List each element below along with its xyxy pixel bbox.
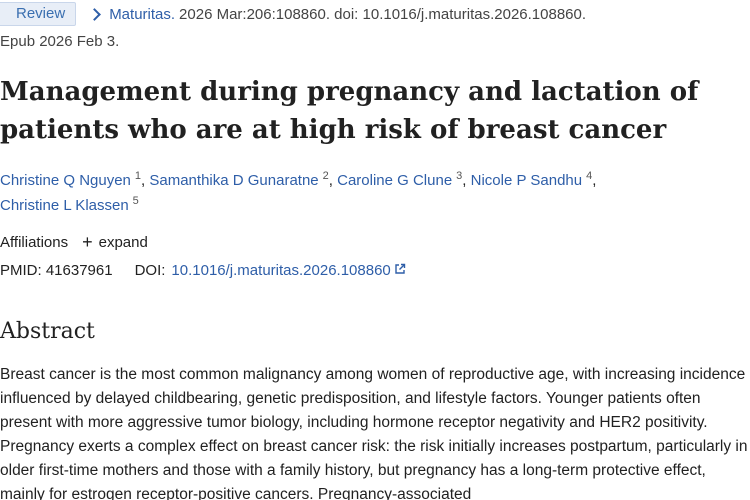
- affiliation-number[interactable]: 4: [586, 170, 592, 182]
- author-link[interactable]: Nicole P Sandhu: [471, 172, 582, 189]
- affiliation-number[interactable]: 5: [133, 195, 139, 207]
- abstract-body: Breast cancer is the most common maligna…: [0, 366, 748, 500]
- affiliation-number[interactable]: 2: [323, 170, 329, 182]
- author-link[interactable]: Christine Q Nguyen: [0, 172, 131, 189]
- expand-label: expand: [98, 233, 148, 251]
- affiliations-label: Affiliations: [0, 233, 69, 251]
- citation-row: Review Maturitas. 2026 Mar:206:108860. d…: [0, 0, 586, 28]
- article-type-badge: Review: [0, 2, 77, 26]
- citation-text: 2026 Mar:206:108860. doi: 10.1016/j.matu…: [179, 5, 587, 23]
- author-link[interactable]: Christine L Klassen: [0, 197, 129, 214]
- article-title: Management during pregnancy and lactatio…: [0, 77, 699, 145]
- abstract-heading: Abstract: [0, 319, 95, 344]
- external-link-icon[interactable]: [394, 262, 406, 279]
- identifiers-row: PMID: 41637961 DOI: 10.1016/j.maturitas.…: [0, 262, 406, 279]
- affiliations-row: Affiliations + expand: [0, 233, 148, 251]
- author-list: Christine Q Nguyen 1, Samanthika D Gunara…: [0, 170, 597, 215]
- chevron-right-icon: [88, 7, 102, 21]
- author-link[interactable]: Caroline G Clune: [337, 172, 452, 189]
- plus-icon: +: [82, 232, 93, 252]
- expand-affiliations-button[interactable]: + expand: [82, 233, 148, 251]
- author-link[interactable]: Samanthika D Gunaratne: [149, 172, 318, 189]
- journal-link[interactable]: Maturitas.: [109, 6, 175, 23]
- epub-date: Epub 2026 Feb 3.: [0, 33, 120, 50]
- pmid: PMID: 41637961: [0, 262, 113, 279]
- affiliation-number[interactable]: 1: [135, 170, 141, 182]
- affiliation-number[interactable]: 3: [456, 170, 462, 182]
- doi-label: DOI:: [134, 262, 166, 279]
- doi-link[interactable]: 10.1016/j.maturitas.2026.108860: [171, 262, 390, 279]
